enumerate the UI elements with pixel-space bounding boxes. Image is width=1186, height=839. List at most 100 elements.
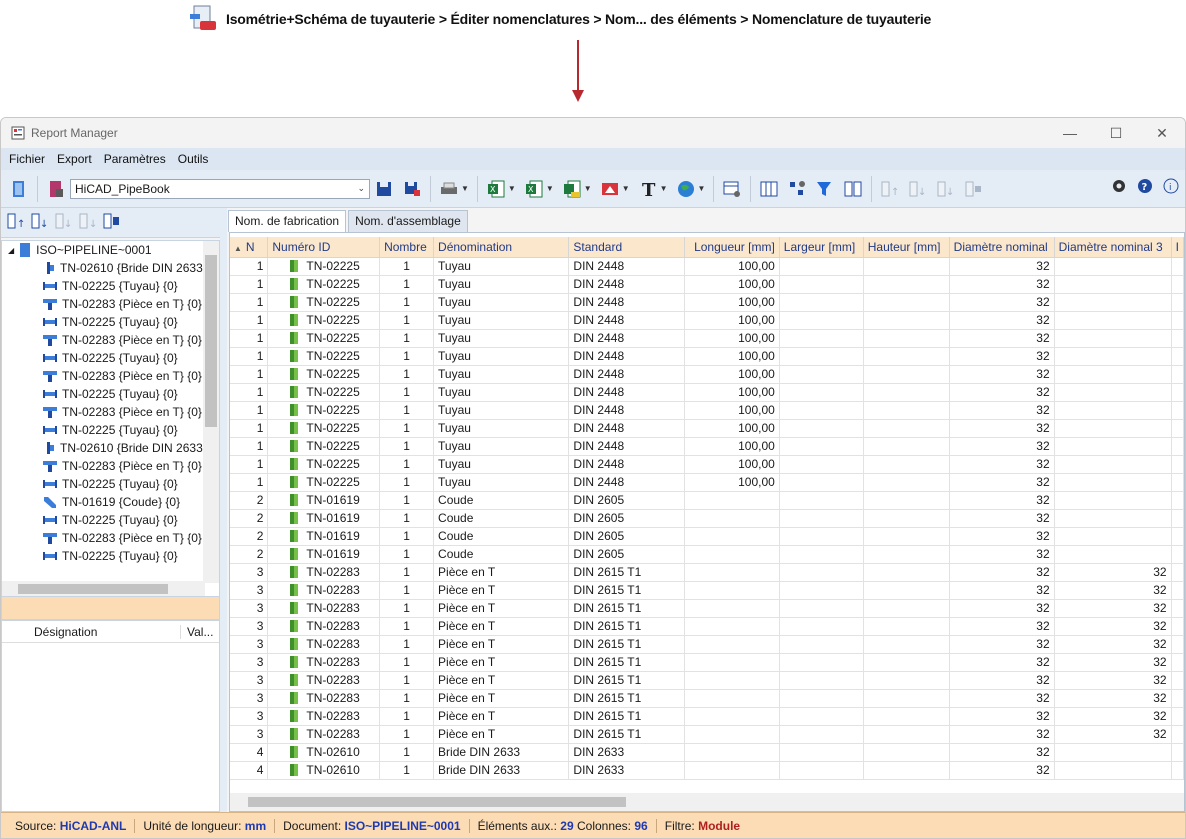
table-row[interactable]: 3 TN-02283 1 Pièce en T DIN 2615 T1 32 32 [230,563,1184,582]
table-row[interactable]: 4 TN-02610 1 Bride DIN 2633 DIN 2633 32 [230,761,1184,780]
col-hauteur[interactable]: Hauteur [mm] [863,237,950,258]
tree-item[interactable]: TN-02225 {Tuyau} {0} [2,421,219,439]
col-nombre[interactable]: Nombre [379,237,435,258]
table-row[interactable]: 3 TN-02283 1 Pièce en T DIN 2615 T1 32 32 [230,689,1184,708]
report-template-select[interactable]: HiCAD_PipeBook ⌄ [70,178,370,199]
tree-item[interactable]: TN-02283 {Pièce en T} {0} [2,403,219,421]
table-row[interactable]: 4 TN-02610 1 Bride DIN 2633 DIN 2633 32 [230,743,1184,762]
pdf-dropdown-icon[interactable]: ▼ [622,184,630,193]
excel-export-icon[interactable]: X [485,178,507,200]
table-row[interactable]: 1 TN-02225 1 Tuyau DIN 2448 100,00 32 [230,401,1184,420]
excel-xml-dropdown-icon[interactable]: ▼ [584,184,592,193]
tree-sort-1-icon[interactable]: ↓1 [31,212,55,233]
tree-item[interactable]: TN-02283 {Pièce en T} {0} [2,331,219,349]
tree-item[interactable]: TN-02225 {Tuyau} {0} [2,385,219,403]
table-row[interactable]: 2 TN-01619 1 Coude DIN 2605 32 [230,491,1184,510]
col-longueur[interactable]: Longueur [mm] [684,237,780,258]
close-button[interactable]: ✕ [1139,125,1185,142]
pdf-export-icon[interactable] [599,178,621,200]
table-row[interactable]: 1 TN-02225 1 Tuyau DIN 2448 100,00 32 [230,293,1184,312]
tree-horizontal-scrollbar[interactable] [2,581,205,597]
print-icon[interactable] [438,178,460,200]
table-row[interactable]: 2 TN-01619 1 Coude DIN 2605 32 [230,545,1184,564]
table-row[interactable]: 1 TN-02225 1 Tuyau DIN 2448 100,00 32 [230,383,1184,402]
table-row[interactable]: 1 TN-02225 1 Tuyau DIN 2448 100,00 32 [230,347,1184,366]
table-row[interactable]: 1 TN-02225 1 Tuyau DIN 2448 100,00 32 [230,275,1184,294]
table-row[interactable]: 1 TN-02225 1 Tuyau DIN 2448 100,00 32 [230,437,1184,456]
table-row[interactable]: 1 TN-02225 1 Tuyau DIN 2448 100,00 32 [230,257,1184,276]
text-format-icon[interactable]: T [637,178,659,200]
col-largeur[interactable]: Largeur [mm] [779,237,864,258]
tree-item[interactable]: TN-02225 {Tuyau} {0} [2,277,219,295]
tab-fabrication[interactable]: Nom. de fabrication [228,210,347,232]
table-row[interactable]: 3 TN-02283 1 Pièce en T DIN 2615 T1 32 32 [230,707,1184,726]
tree-item[interactable]: TN-02283 {Pièce en T} {0} [2,457,219,475]
tree-item[interactable]: TN-02225 {Tuyau} {0} [2,547,219,565]
menu-outils[interactable]: Outils [172,152,215,166]
table-row[interactable]: 3 TN-02283 1 Pièce en T DIN 2615 T1 32 32 [230,653,1184,672]
tree-expand-icon[interactable] [103,212,121,233]
col-n[interactable]: ▲ N [230,237,269,258]
excel-open-icon[interactable]: X [523,178,545,200]
table-row[interactable]: 1 TN-02225 1 Tuyau DIN 2448 100,00 32 [230,419,1184,438]
table-row[interactable]: 1 TN-02225 1 Tuyau DIN 2448 100,00 32 [230,311,1184,330]
table-row[interactable]: 3 TN-02283 1 Pièce en T DIN 2615 T1 32 32 [230,599,1184,618]
col-standard[interactable]: Standard [568,237,685,258]
maximize-button[interactable]: ☐ [1093,125,1139,142]
open-book-icon[interactable] [8,178,30,200]
tree-item[interactable]: TN-02225 {Tuyau} {0} [2,313,219,331]
table-row[interactable]: 2 TN-01619 1 Coude DIN 2605 32 [230,509,1184,528]
tree-item[interactable]: TN-02283 {Pièce en T} {0} [2,295,219,313]
table-row[interactable]: 3 TN-02283 1 Pièce en T DIN 2615 T1 32 32 [230,725,1184,744]
tree-sort-down-icon[interactable]: ↓ [79,212,97,233]
menu-export[interactable]: Export [51,152,98,166]
table-row[interactable]: 1 TN-02225 1 Tuyau DIN 2448 100,00 32 [230,329,1184,348]
excel-open-dropdown-icon[interactable]: ▼ [546,184,554,193]
table-row[interactable]: 3 TN-02283 1 Pièce en T DIN 2615 T1 32 32 [230,671,1184,690]
table-row[interactable]: 1 TN-02225 1 Tuyau DIN 2448 100,00 32 [230,365,1184,384]
save-as-icon[interactable] [401,178,423,200]
table-row[interactable]: 2 TN-01619 1 Coude DIN 2605 32 [230,527,1184,546]
tree-item[interactable]: TN-02225 {Tuyau} {0} [2,349,219,367]
col-extra[interactable]: I [1171,237,1184,258]
globe-icon[interactable] [675,178,697,200]
print-dropdown-icon[interactable]: ▼ [461,184,469,193]
table-settings-icon[interactable] [721,178,743,200]
excel-dropdown-icon[interactable]: ▼ [508,184,516,193]
tab-assemblage[interactable]: Nom. d'assemblage [348,210,468,232]
tree-vertical-scrollbar[interactable] [203,241,219,583]
tree-item[interactable]: TN-02610 {Bride DIN 2633 [2,259,219,277]
tree-item[interactable]: TN-02225 {Tuyau} {0} [2,475,219,493]
filter-icon[interactable] [814,178,836,200]
tree-sort-2-icon[interactable]: ↓2 [55,212,79,233]
grouping-icon[interactable] [786,178,808,200]
table-row[interactable]: 1 TN-02225 1 Tuyau DIN 2448 100,00 32 [230,473,1184,492]
tree-sort-up-icon[interactable]: ↑ [7,212,25,233]
value-column-header[interactable]: Val... [180,624,213,639]
save-icon[interactable] [373,178,395,200]
help-icon[interactable]: ? [1137,178,1153,197]
menu-fichier[interactable]: Fichier [3,152,51,166]
vertical-splitter[interactable] [220,208,227,812]
col-diametre-nominal[interactable]: Diamètre nominal [949,237,1055,258]
columns-icon[interactable] [758,178,780,200]
table-row[interactable]: 3 TN-02283 1 Pièce en T DIN 2615 T1 32 32 [230,581,1184,600]
sort-settings-icon[interactable] [842,178,864,200]
tree-item[interactable]: TN-02225 {Tuyau} {0} [2,511,219,529]
menu-parametres[interactable]: Paramètres [98,152,172,166]
tree-item[interactable]: TN-02610 {Bride DIN 2633 [2,439,219,457]
tree-item[interactable]: TN-01619 {Coude} {0} [2,493,219,511]
designation-column-header[interactable]: Désignation [34,625,180,639]
grid-horizontal-scrollbar[interactable] [230,793,1184,811]
tree-root[interactable]: ◢ ISO~PIPELINE~0001 [2,241,219,259]
pipebook-icon[interactable] [45,178,67,200]
language-dropdown-icon[interactable]: ▼ [698,184,706,193]
col-id[interactable]: Numéro ID [267,237,381,258]
table-row[interactable]: 3 TN-02283 1 Pièce en T DIN 2615 T1 32 32 [230,635,1184,654]
tree-item[interactable]: TN-02283 {Pièce en T} {0} [2,529,219,547]
col-denomination[interactable]: Dénomination [433,237,570,258]
text-format-dropdown-icon[interactable]: ▼ [660,184,668,193]
minimize-button[interactable]: — [1047,125,1093,141]
gear-icon[interactable] [1111,178,1127,197]
col-diametre-nominal-3[interactable]: Diamètre nominal 3 [1054,237,1172,258]
